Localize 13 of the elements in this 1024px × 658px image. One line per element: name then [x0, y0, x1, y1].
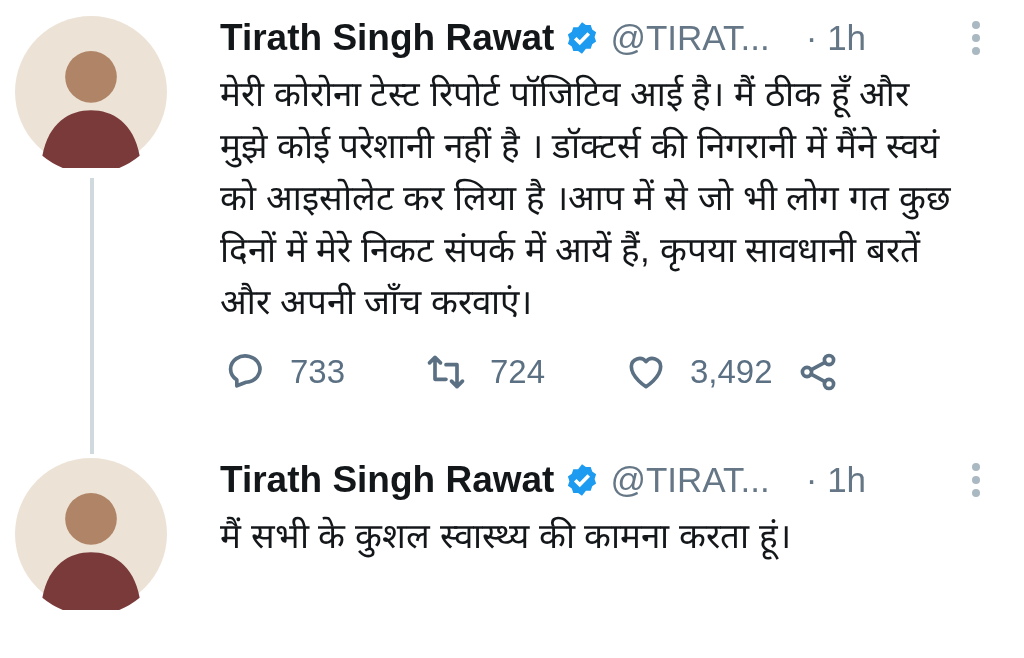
avatar[interactable]: [15, 458, 167, 610]
tweet-text: मैं सभी के कुशल स्वास्थ्य की कामना करता हूं।: [220, 510, 965, 562]
tweet-text: मेरी कोरोना टेस्ट रिपोर्ट पॉजिटिव आई है। मैं ठीक हूँ और मुझे कोई परेशानी नहीं है । डॉक्टर्स की निगरानी में मैंने स्वयं को आइसोलेट कर लिया है ।आप में से जो भी लोग गत कुछ दिनों में मेरे निकट संपर्क में आयें हैं, कृपया सावधानी बरतें और अपनी जाँच करवाएं।: [220, 73, 952, 323]
author-name[interactable]: Tirath Singh Rawat: [220, 17, 555, 59]
reply-count: 733: [290, 353, 346, 391]
tweet-time: · 1h: [805, 460, 867, 500]
author-name[interactable]: Tirath Singh Rawat: [220, 459, 555, 501]
like-count: 3,492: [690, 353, 773, 391]
author-handle[interactable]: @TIRAT...: [610, 460, 770, 500]
tweet-time: · 1h: [805, 18, 867, 58]
retweet-count: 724: [490, 353, 546, 391]
author-handle[interactable]: @TIRAT...: [610, 18, 770, 58]
avatar[interactable]: [15, 16, 167, 168]
